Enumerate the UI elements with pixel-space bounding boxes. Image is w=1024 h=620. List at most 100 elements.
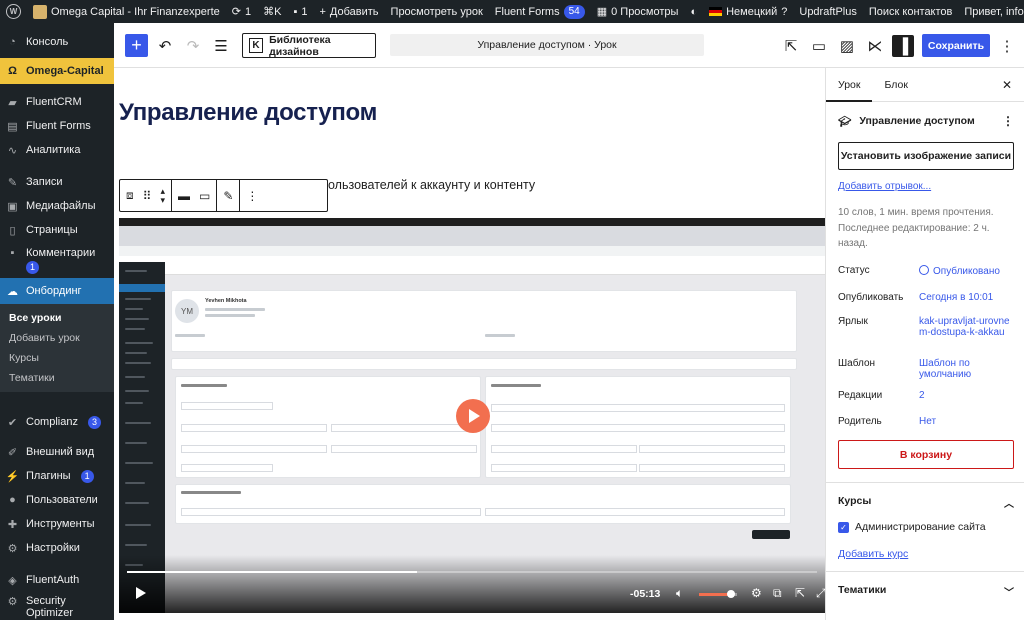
- edit-pencil-icon[interactable]: ✎: [223, 189, 233, 203]
- help-icon: ?: [781, 5, 788, 18]
- parent-row: Родитель Нет: [838, 416, 1014, 427]
- pip-icon[interactable]: ⧉: [773, 586, 782, 601]
- more-vertical-icon[interactable]: ⋮: [246, 189, 258, 203]
- comments-badge: 1: [26, 261, 40, 274]
- complianz-badge: 3: [87, 415, 101, 429]
- undo-button[interactable]: ↶: [154, 35, 176, 57]
- menu-posts[interactable]: ✎ Записи: [0, 170, 114, 194]
- menu-complianz[interactable]: ✔ Complianz 3: [0, 410, 114, 434]
- dashboard-icon: ◔: [9, 36, 16, 48]
- video-play-button[interactable]: [136, 587, 146, 599]
- command-palette-button[interactable]: ⌘K: [257, 0, 287, 23]
- graduation-cap-icon: 🎓︎: [838, 115, 852, 128]
- design-library-button[interactable]: K Библиотека дизайнов: [242, 33, 376, 58]
- status-toggle[interactable]: Опубликовано: [919, 265, 1014, 277]
- topics-section-toggle[interactable]: Тематики ﹀: [838, 584, 1014, 599]
- undo-icon: ↶: [158, 38, 172, 55]
- parent-toggle[interactable]: Нет: [919, 416, 1014, 427]
- german-flag-icon: [709, 7, 723, 16]
- submenu-topics[interactable]: Тематики: [0, 368, 114, 388]
- language-switcher[interactable]: Немецкий?: [703, 0, 793, 23]
- wp-logo-button[interactable]: W: [0, 0, 27, 23]
- embed-icon[interactable]: ⧈: [126, 188, 134, 203]
- redo-button[interactable]: ↷: [182, 35, 204, 57]
- search-contacts-link[interactable]: Поиск контактов: [863, 0, 959, 23]
- close-icon[interactable]: ✕: [1002, 78, 1012, 92]
- menu-onboarding[interactable]: ☁ Онбординг: [0, 278, 114, 304]
- fluent-forms-link[interactable]: Fluent Forms 54: [489, 0, 591, 23]
- menu-appearance[interactable]: ✐ Внешний вид: [0, 440, 114, 464]
- share-icon[interactable]: ⇱: [795, 586, 805, 600]
- drag-handle-icon[interactable]: ⠿: [143, 189, 152, 203]
- search-engine-icon-link[interactable]: ◐: [684, 0, 703, 23]
- fullscreen-icon[interactable]: ⤢: [816, 586, 825, 601]
- add-excerpt-link[interactable]: Добавить отрывок...: [838, 181, 931, 192]
- submenu-courses[interactable]: Курсы: [0, 348, 114, 368]
- tab-lesson[interactable]: Урок: [826, 68, 872, 102]
- slug-toggle[interactable]: kak-upravljat-urovnem-dostupa-k-akkau: [919, 316, 1014, 338]
- views-link[interactable]: ▦ 0 Просмотры: [591, 0, 685, 23]
- template-toggle[interactable]: Шаблон по умолчанию: [919, 358, 1014, 380]
- checkbox-checked-icon[interactable]: ✓: [838, 521, 849, 533]
- publish-date-toggle[interactable]: Сегодня в 10:01: [919, 292, 1014, 303]
- menu-analytics[interactable]: ∿ Аналитика: [0, 138, 114, 162]
- add-course-link[interactable]: Добавить курс: [838, 548, 908, 560]
- view-lesson-link[interactable]: Просмотреть урок: [385, 0, 489, 23]
- settings-toggle-button[interactable]: ▐: [892, 35, 914, 57]
- move-arrows-icon[interactable]: ▴ ▾: [160, 186, 165, 205]
- preview-button[interactable]: ▭: [808, 35, 830, 57]
- kadence-button[interactable]: ⋉: [864, 35, 886, 57]
- tab-block[interactable]: Блок: [872, 68, 919, 102]
- courses-section-toggle[interactable]: Курсы ︿: [838, 495, 1014, 510]
- template-row: Шаблон Шаблон по умолчанию: [838, 358, 1014, 380]
- updraftplus-link[interactable]: UpdraftPlus: [793, 0, 862, 23]
- menu-comments[interactable]: ▪ Комментарии 1: [0, 242, 114, 278]
- block-inserter-button[interactable]: +: [125, 34, 148, 57]
- move-to-trash-button[interactable]: В корзину: [838, 440, 1014, 469]
- site-name-link[interactable]: Omega Capital - Ihr Finanzexperte: [27, 0, 226, 23]
- align-icon[interactable]: ▬: [178, 189, 190, 203]
- account-menu[interactable]: Привет, info: [958, 0, 1024, 23]
- post-title[interactable]: Управление доступом: [119, 99, 377, 127]
- volume-slider[interactable]: [699, 590, 737, 598]
- comments-link[interactable]: ▪ 1: [287, 0, 313, 23]
- document-overview-button[interactable]: ☰: [210, 35, 232, 57]
- settings-gear-icon[interactable]: ⚙: [751, 586, 762, 600]
- menu-plugins[interactable]: ⚡ Плагины 1: [0, 464, 114, 488]
- options-button[interactable]: ⋮: [996, 35, 1018, 57]
- menu-media[interactable]: ▣ Медиафайлы: [0, 194, 114, 218]
- course-checkbox-row[interactable]: ✓ Администрирование сайта: [838, 521, 986, 533]
- onboarding-submenu: Все уроки Добавить урок Курсы Тематики: [0, 304, 114, 392]
- updates-link[interactable]: ⟳ 1: [226, 0, 257, 23]
- revisions-link[interactable]: 2: [919, 390, 1014, 401]
- menu-settings[interactable]: ⚙ Настройки: [0, 536, 114, 560]
- menu-omega-capital[interactable]: Ω Omega-Capital: [0, 58, 114, 84]
- redo-icon: ↷: [186, 38, 200, 55]
- video-play-overlay-button[interactable]: [456, 399, 490, 433]
- seo-button[interactable]: ▨: [836, 35, 858, 57]
- submenu-add-lesson[interactable]: Добавить урок: [0, 328, 114, 348]
- submenu-all-lessons[interactable]: Все уроки: [0, 308, 114, 328]
- document-title-bar[interactable]: Управление доступом · Урок: [390, 34, 704, 56]
- menu-fluentcrm[interactable]: ▰ FluentCRM: [0, 90, 114, 114]
- video-embed[interactable]: YM Yevhen Mikhota -05:13 🔈︎ ⚙ ⧉ ⇱ ⤢: [119, 218, 825, 613]
- video-crm-topbar: [165, 262, 825, 275]
- caption-icon[interactable]: ▭: [199, 189, 210, 203]
- volume-icon[interactable]: 🔈︎: [676, 586, 683, 601]
- paragraph-block[interactable]: ользователей к аккаунту и контенту: [328, 178, 535, 192]
- menu-pages[interactable]: ▯ Страницы: [0, 218, 114, 242]
- set-featured-image-button[interactable]: Установить изображение записи: [838, 142, 1014, 170]
- menu-dashboard[interactable]: ◔ Консоль: [0, 30, 114, 54]
- fluentcrm-icon: ▰: [8, 96, 17, 109]
- menu-security-optimizer[interactable]: ⚙ Security Optimizer: [0, 592, 114, 620]
- menu-users[interactable]: ● Пользователи: [0, 488, 114, 512]
- save-button[interactable]: Сохранить: [922, 34, 990, 57]
- video-progress-bar[interactable]: [127, 571, 817, 573]
- view-post-button[interactable]: ⇱: [780, 35, 802, 57]
- menu-fluent-forms[interactable]: ▤ Fluent Forms: [0, 114, 114, 138]
- menu-fluentauth[interactable]: ◈ FluentAuth: [0, 568, 114, 592]
- menu-tools[interactable]: ✚ Инструменты: [0, 512, 114, 536]
- add-new-link[interactable]: + Добавить: [313, 0, 384, 23]
- users-icon: ●: [9, 494, 16, 506]
- more-vertical-icon[interactable]: ⋮: [1002, 114, 1014, 128]
